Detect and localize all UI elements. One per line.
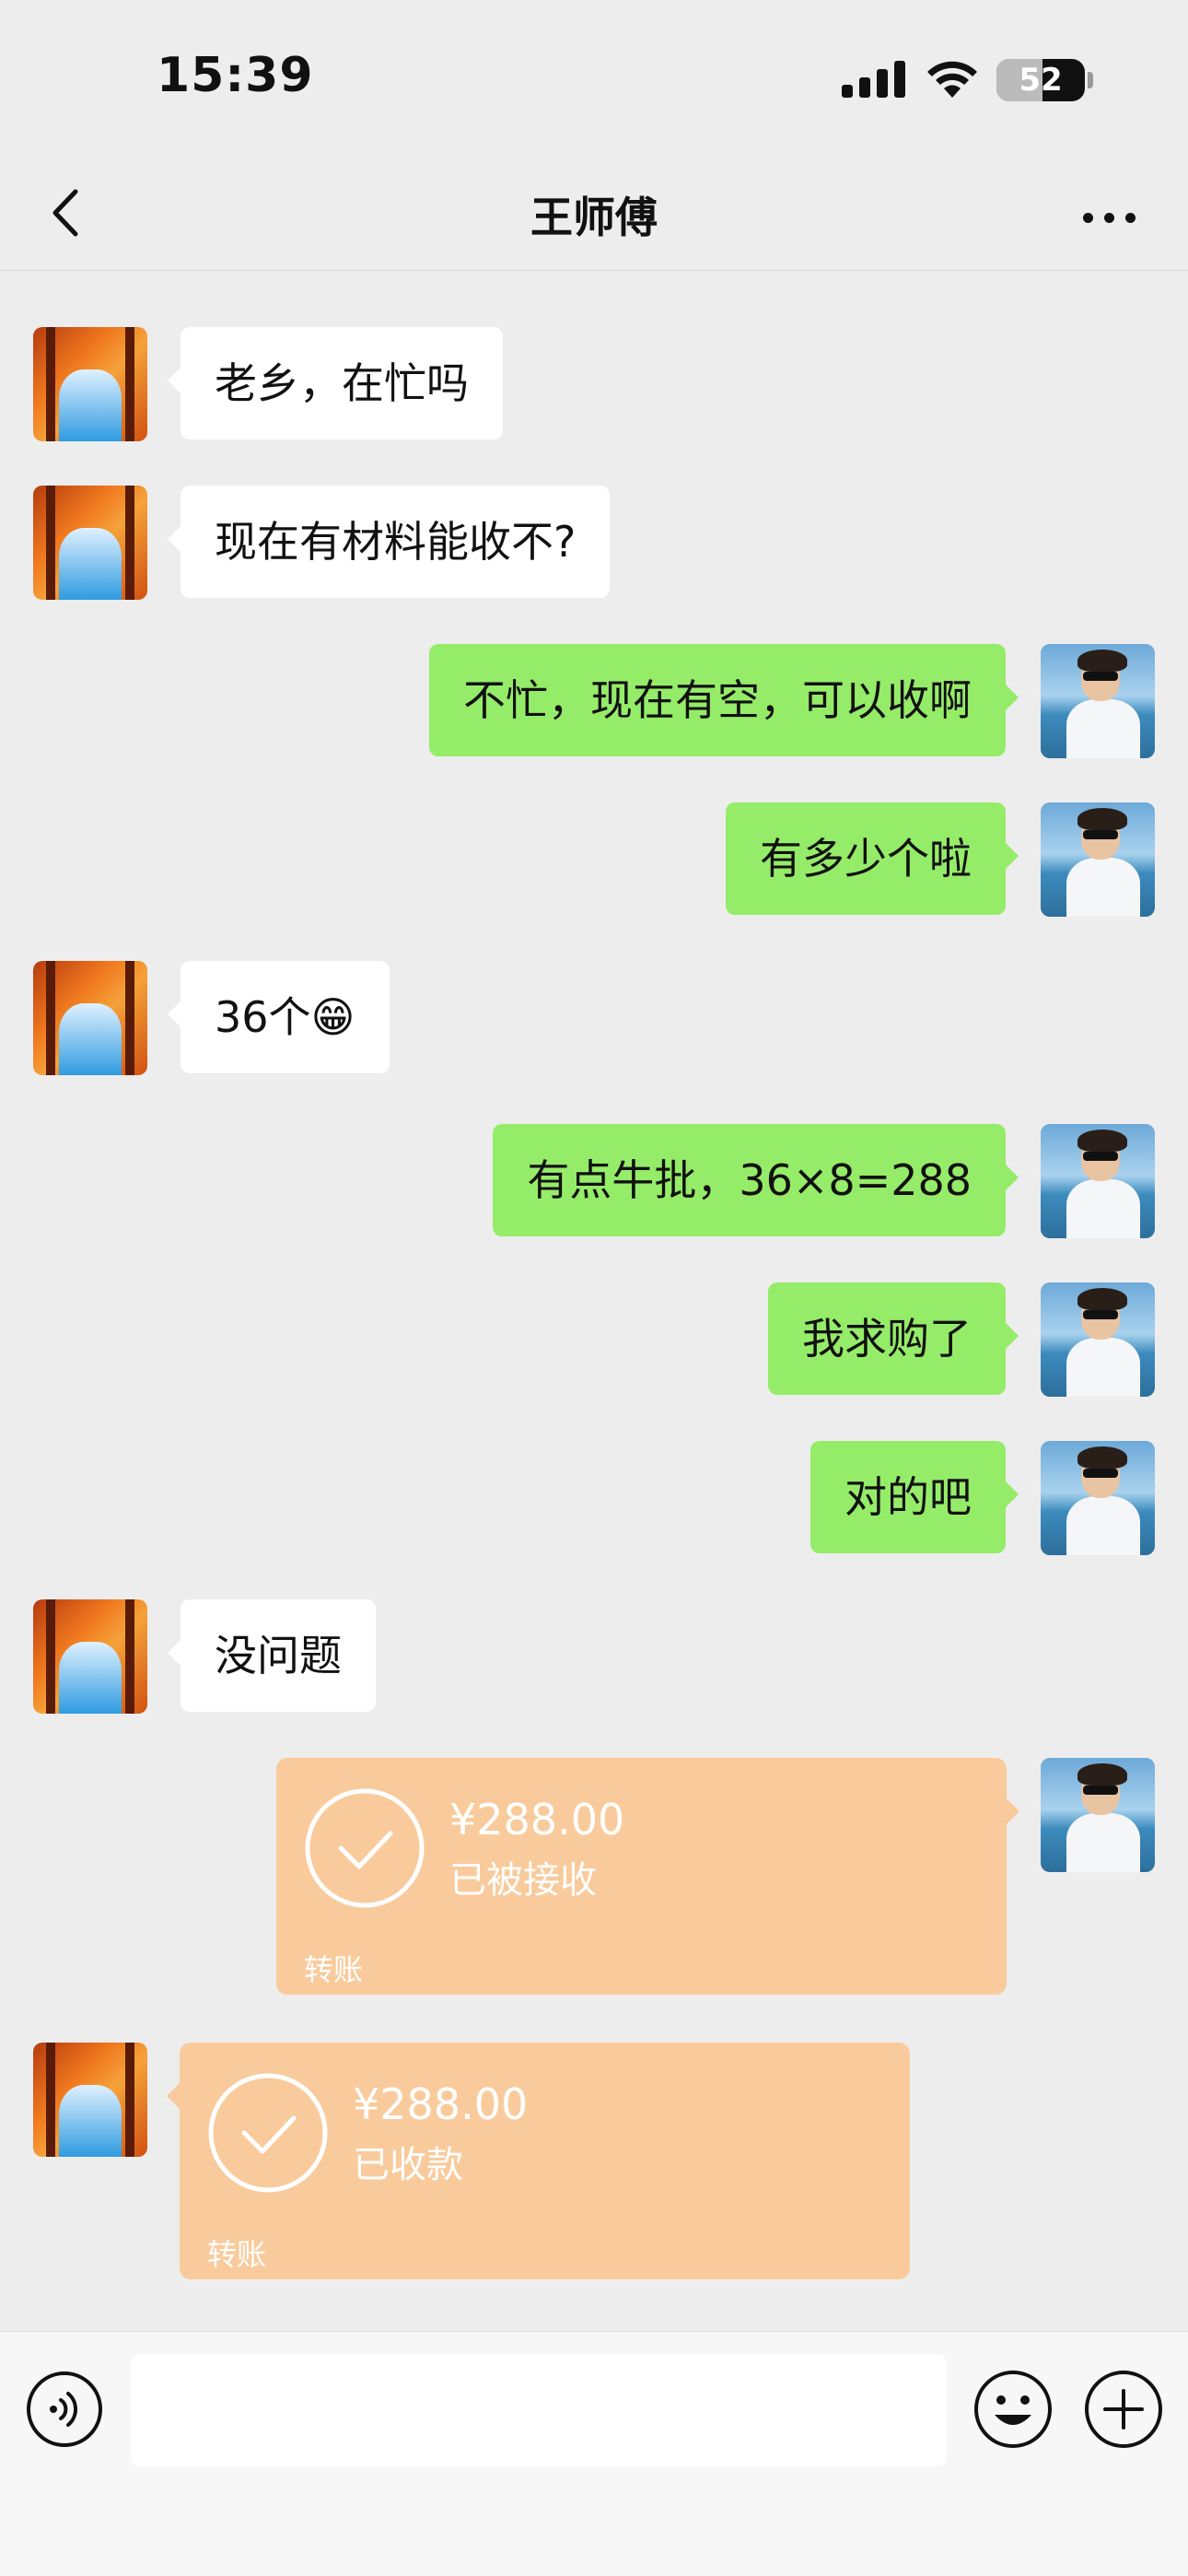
- message-list[interactable]: 老乡，在忙吗 现在有材料能收不? 不忙，现在有空，可以收啊 有多少个啦 36个😁…: [0, 272, 1188, 2331]
- my-avatar[interactable]: [1041, 1282, 1155, 1397]
- my-avatar[interactable]: [1041, 1124, 1155, 1238]
- message-bubble[interactable]: 36个😁: [168, 961, 390, 1073]
- message-bubble[interactable]: 老乡，在忙吗: [168, 327, 503, 439]
- battery-tip: [1088, 72, 1093, 88]
- transfer-label: 转账: [207, 2237, 267, 2272]
- message-bubble[interactable]: 有多少个啦: [726, 802, 1019, 915]
- transfer-amount: ¥288.00: [449, 1795, 625, 1844]
- my-avatar[interactable]: [1041, 802, 1155, 917]
- transfer-status: 已收款: [353, 2144, 463, 2186]
- transfer-card[interactable]: ¥288.00 已被接收 转账: [276, 1758, 1019, 1995]
- my-avatar[interactable]: [1041, 644, 1155, 758]
- voice-icon[interactable]: [26, 2371, 103, 2448]
- chat-title: 王师傅: [530, 193, 658, 242]
- chat-header: 王师傅: [0, 157, 1188, 271]
- message-bubble[interactable]: 不忙，现在有空，可以收啊: [429, 644, 1019, 756]
- transfer-amount: ¥288.00: [353, 2079, 529, 2129]
- battery-percent: 52: [1019, 62, 1063, 99]
- message-input[interactable]: [131, 2354, 947, 2466]
- contact-avatar[interactable]: [33, 327, 147, 441]
- check-circle-icon: [305, 1788, 425, 1908]
- cellular-signal-icon: [842, 61, 906, 98]
- contact-avatar[interactable]: [33, 1599, 147, 1714]
- message-bubble[interactable]: 对的吧: [810, 1441, 1019, 1553]
- status-bar: 15:39 52: [0, 0, 1188, 157]
- wifi-icon: [927, 61, 977, 98]
- my-avatar[interactable]: [1041, 1758, 1155, 1872]
- ellipsis-icon[interactable]: [1077, 184, 1142, 249]
- emoji-icon[interactable]: [973, 2369, 1054, 2450]
- transfer-label: 转账: [304, 1952, 364, 1987]
- message-bubble[interactable]: 没问题: [168, 1599, 376, 1712]
- transfer-card[interactable]: ¥288.00 已收款 转账: [167, 2043, 910, 2279]
- input-bar: [0, 2331, 1188, 2576]
- message-bubble[interactable]: 我求购了: [768, 1282, 1019, 1395]
- message-bubble[interactable]: 有点牛批，36×8=288: [493, 1124, 1019, 1236]
- transfer-status: 已被接收: [449, 1859, 597, 1902]
- contact-avatar[interactable]: [33, 486, 147, 600]
- battery-icon: 52: [996, 59, 1085, 101]
- my-avatar[interactable]: [1041, 1441, 1155, 1555]
- contact-avatar[interactable]: [33, 961, 147, 1075]
- contact-avatar[interactable]: [33, 2043, 147, 2157]
- message-bubble[interactable]: 现在有材料能收不?: [167, 486, 611, 598]
- plus-icon[interactable]: [1083, 2369, 1164, 2450]
- status-time: 15:39: [157, 48, 314, 103]
- check-circle-icon: [208, 2073, 328, 2193]
